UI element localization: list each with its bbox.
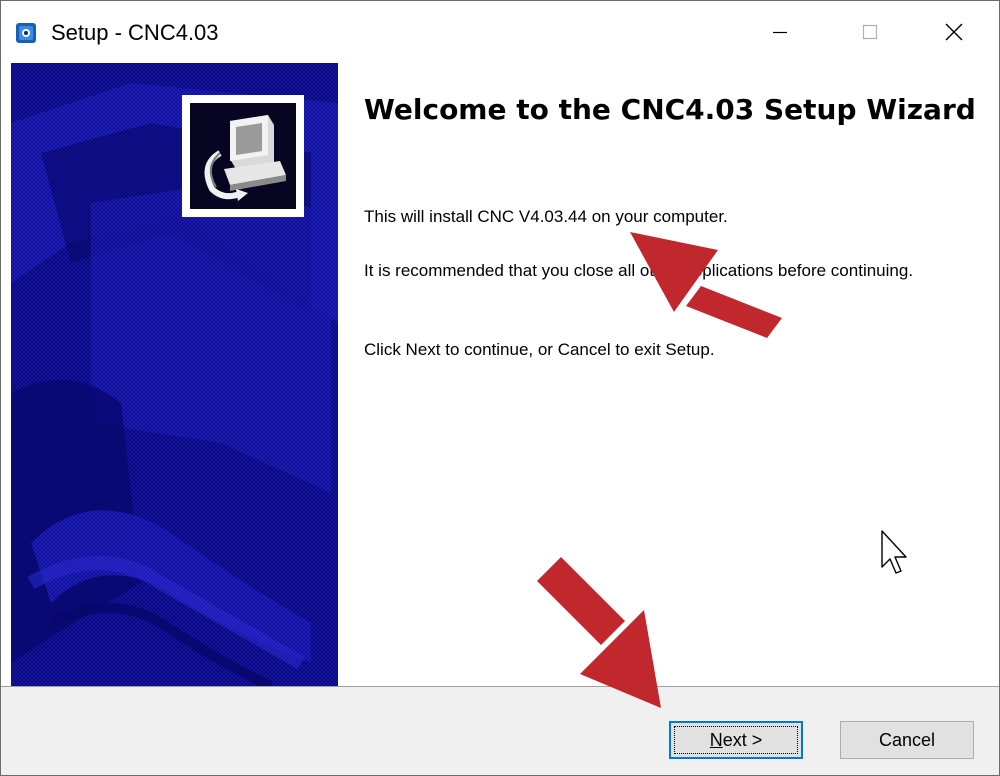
wizard-content: Welcome to the CNC4.03 Setup Wizard This… bbox=[338, 63, 999, 686]
cancel-button[interactable]: Cancel bbox=[840, 721, 974, 759]
maximize-icon bbox=[862, 24, 878, 40]
installer-computer-icon bbox=[204, 115, 286, 201]
maximize-button[interactable] bbox=[825, 1, 915, 63]
installer-logo bbox=[182, 95, 304, 217]
continue-instruction: Click Next to continue, or Cancel to exi… bbox=[364, 340, 715, 359]
close-apps-recommendation: It is recommended that you close all oth… bbox=[364, 261, 914, 280]
install-description: This will install CNC V4.03.44 on your c… bbox=[364, 207, 728, 226]
setup-window: Setup - CNC4.03 Welcome to the CNC4.03 S… bbox=[0, 0, 1000, 776]
focus-rectangle bbox=[674, 726, 798, 754]
button-bar: Next > Cancel bbox=[1, 686, 999, 775]
close-icon bbox=[945, 23, 963, 41]
minimize-button[interactable] bbox=[735, 1, 825, 63]
setup-app-icon bbox=[16, 23, 36, 43]
next-button[interactable]: Next > bbox=[669, 721, 803, 759]
window-title: Setup - CNC4.03 bbox=[51, 20, 219, 45]
title-bar[interactable]: Setup - CNC4.03 bbox=[1, 1, 999, 63]
page-title: Welcome to the CNC4.03 Setup Wizard bbox=[364, 93, 976, 126]
close-button[interactable] bbox=[909, 1, 999, 63]
minimize-icon bbox=[773, 31, 787, 34]
